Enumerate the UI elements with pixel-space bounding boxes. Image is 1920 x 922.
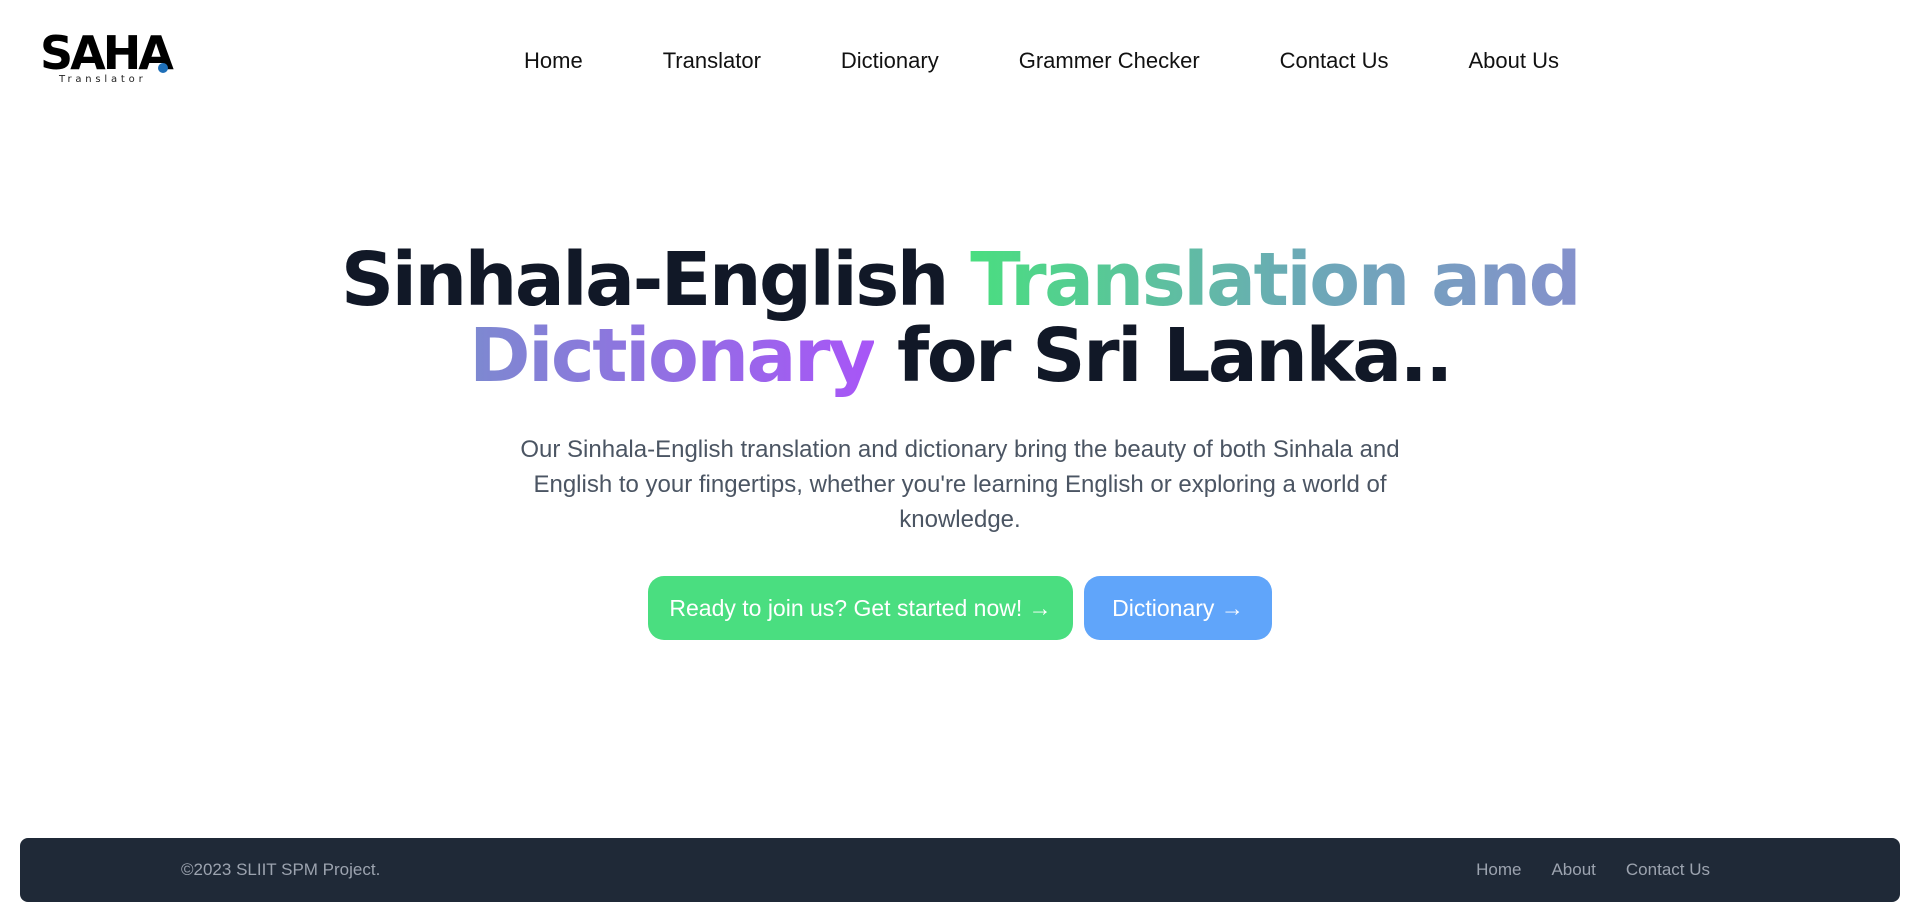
brand-name: SAHA — [40, 26, 174, 80]
footer-links: Home About Contact Us — [1476, 860, 1710, 880]
nav-translator[interactable]: Translator — [663, 47, 761, 75]
nav-contact-us[interactable]: Contact Us — [1280, 47, 1389, 75]
hero-actions: Ready to join us? Get started now! → Dic… — [0, 576, 1920, 640]
footer: ©2023 SLIIT SPM Project. Home About Cont… — [20, 838, 1900, 902]
footer-link-about[interactable]: About — [1551, 860, 1595, 880]
nav-dictionary[interactable]: Dictionary — [841, 47, 939, 75]
hero-title-highlight2: Dictionary — [469, 313, 876, 399]
dictionary-button[interactable]: Dictionary → — [1084, 576, 1272, 640]
get-started-button[interactable]: Ready to join us? Get started now! → — [648, 576, 1073, 640]
nav-grammer-checker[interactable]: Grammer Checker — [1019, 47, 1200, 75]
nav-about-us[interactable]: About Us — [1468, 47, 1559, 75]
footer-link-home[interactable]: Home — [1476, 860, 1521, 880]
hero-title-highlight1: Translation and — [970, 237, 1581, 323]
hero-title-part1: Sinhala-English — [340, 237, 971, 323]
brand-logo[interactable]: SAHA Translator — [40, 26, 174, 90]
hero-title-part2: for Sri Lanka.. — [873, 313, 1453, 399]
footer-link-contact-us[interactable]: Contact Us — [1626, 860, 1710, 880]
brand-dot-icon — [158, 63, 168, 73]
nav-home[interactable]: Home — [524, 47, 583, 75]
brand-tagline: Translator — [59, 74, 147, 85]
main-nav: Home Translator Dictionary Grammer Check… — [524, 47, 1559, 75]
footer-copyright: ©2023 SLIIT SPM Project. — [181, 860, 381, 879]
hero-title: Sinhala-English Translation and Dictionar… — [0, 242, 1920, 394]
hero-description: Our Sinhala-English translation and dict… — [520, 436, 1400, 533]
